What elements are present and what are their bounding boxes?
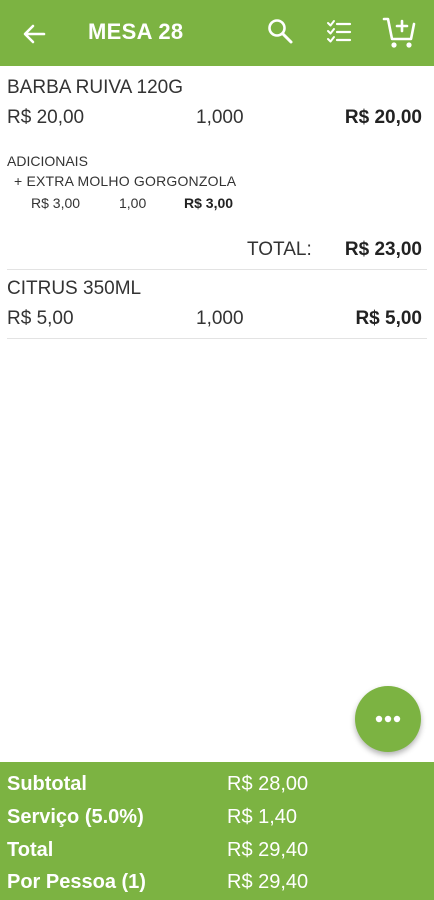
arrow-back-icon[interactable] (18, 18, 50, 50)
total-value: R$ 29,40 (227, 839, 309, 861)
app-bar: MESA 28 (0, 0, 434, 66)
subtotal-label: Subtotal (7, 773, 87, 795)
item-unit-price: R$ 20,00 (7, 107, 85, 128)
more-options-button[interactable] (355, 686, 421, 752)
addon-unit-price: R$ 3,00 (31, 195, 81, 211)
page-title: MESA 28 (88, 19, 184, 44)
divider (7, 269, 427, 270)
service-fee-value: R$ 1,40 (227, 806, 298, 828)
total-label: Total (7, 839, 54, 861)
add-to-cart-icon[interactable] (380, 12, 420, 52)
order-summary: Subtotal R$ 28,00 Serviço (5.0%) R$ 1,40… (0, 762, 434, 900)
item-quantity: 1,000 (196, 308, 244, 329)
service-fee-label: Serviço (5.0%) (7, 806, 144, 828)
addon-quantity: 1,00 (119, 195, 147, 211)
item-grand-total: R$ 23,00 (344, 239, 422, 260)
item-quantity: 1,000 (196, 107, 244, 128)
item-total: R$ 20,00 (344, 107, 422, 128)
item-name: CITRUS 350ML (7, 278, 142, 299)
item-total: R$ 5,00 (355, 308, 422, 329)
per-person-value: R$ 29,40 (227, 871, 309, 893)
addon-total: R$ 3,00 (184, 195, 234, 211)
search-icon[interactable] (264, 15, 298, 49)
subtotal-value: R$ 28,00 (227, 773, 309, 795)
item-name: BARBA RUIVA 120G (7, 77, 184, 98)
addons-title: ADICIONAIS (7, 153, 88, 169)
checklist-icon[interactable] (323, 15, 357, 49)
more-horizontal-icon (375, 715, 401, 723)
divider (7, 338, 427, 339)
addon-name: + EXTRA MOLHO GORGONZOLA (14, 173, 237, 189)
item-total-label: TOTAL: (247, 239, 312, 260)
per-person-label: Por Pessoa (1) (7, 871, 146, 893)
item-unit-price: R$ 5,00 (7, 308, 74, 329)
